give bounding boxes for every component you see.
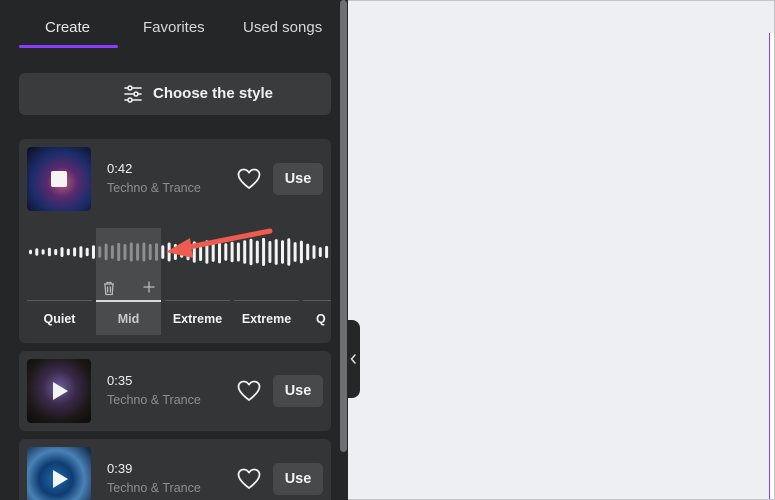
segment-quiet-2[interactable]: Q [303,300,331,335]
segment-extreme-2[interactable]: Extreme [234,300,299,335]
waveform-bar [243,240,247,264]
segment-label: Mid [117,312,140,326]
heart-icon[interactable] [237,168,261,190]
segment-tools [96,279,161,301]
active-tab-indicator [19,45,118,48]
waveform-bar [205,240,209,264]
scrollbar-thumb[interactable] [340,0,347,452]
waveform-bar [123,244,127,260]
waveform-bar [173,244,177,260]
design-canvas[interactable] [348,0,775,500]
sliders-icon [124,85,142,103]
waveform-bar [155,243,158,261]
waveform-bar [293,242,297,262]
waveform-bar [54,249,58,256]
segment-label: Q [316,312,326,326]
waveform-bar [104,243,108,261]
waveform-bar [236,242,240,262]
stop-icon[interactable] [51,171,67,187]
waveform-bar [148,244,152,260]
heart-icon[interactable] [237,468,261,490]
use-button[interactable]: Use [273,163,323,195]
song-card[interactable]: 0:39 Techno & Trance Use [19,439,331,500]
waveform[interactable] [19,227,331,277]
use-button[interactable]: Use [273,463,323,495]
tab-used-songs[interactable]: Used songs [243,19,322,36]
intensity-segments: Quiet Mid Extreme Extreme Q [19,300,331,336]
waveform-bar [180,246,184,258]
waveform-bar [41,249,45,255]
choose-style-label: Choose the style [153,85,274,102]
waveform-bar [186,243,190,261]
waveform-bar [98,246,102,258]
waveform-bar [218,240,221,264]
waveform-bar [167,242,171,262]
segment-label: Extreme [241,312,292,326]
waveform-bar [66,248,70,256]
song-duration: 0:42 [107,161,133,176]
waveform-bar [255,240,259,264]
waveform-bar [287,238,291,266]
waveform-bar [249,238,253,266]
waveform-bar [35,248,39,256]
waveform-bar [224,243,228,261]
waveform-bar [92,245,95,259]
tab-favorites[interactable]: Favorites [143,19,205,36]
song-thumbnail[interactable] [27,359,91,423]
waveform-bar [230,241,234,263]
segment-label: Extreme [172,312,223,326]
song-genre: Techno & Trance [107,181,201,195]
song-thumbnail[interactable] [27,147,91,211]
song-genre: Techno & Trance [107,481,201,495]
song-card[interactable]: 0:42 Techno & Trance Use Quiet Mid Extre… [19,139,331,343]
waveform-bar [192,241,196,263]
chevron-left-icon [350,354,356,364]
song-thumbnail[interactable] [27,447,91,500]
window-border [348,0,775,1]
waveform-bar [142,242,146,262]
audio-sidebar: Create Favorites Used songs Choose the s… [0,0,348,500]
waveform-bar [318,247,322,257]
waveform-bar [110,245,114,259]
heart-icon[interactable] [237,380,261,402]
segment-extreme[interactable]: Extreme [165,300,230,335]
waveform-bar [60,247,64,257]
play-icon[interactable] [53,382,68,400]
tab-bar: Create Favorites Used songs [0,0,340,56]
song-duration: 0:39 [107,461,133,476]
play-icon[interactable] [53,470,68,488]
trash-icon[interactable] [102,280,116,296]
waveform-bar [268,241,272,263]
waveform-bar [47,247,51,257]
use-button[interactable]: Use [273,375,323,407]
tab-create[interactable]: Create [45,19,90,36]
waveform-bar [325,245,329,259]
waveform-bar [129,242,133,262]
choose-style-button[interactable]: Choose the style [19,73,331,115]
collapse-panel-button[interactable] [347,320,360,398]
waveform-bar [161,245,165,259]
waveform-bar [29,249,32,255]
waveform-bar [79,246,83,258]
waveform-bar [136,243,140,261]
plus-icon[interactable] [143,281,155,293]
waveform-bar [306,243,310,261]
segment-label: Quiet [43,312,76,326]
waveform-bar [281,240,284,264]
waveform-bar [199,242,203,262]
waveform-bar [312,245,316,259]
waveform-bar [73,247,77,257]
waveform-bar [274,239,278,265]
segment-quiet[interactable]: Quiet [27,300,92,335]
waveform-bar [211,242,215,262]
segment-mid[interactable]: Mid [96,300,161,335]
waveform-bar [85,247,89,257]
waveform-bar [299,240,303,264]
waveform-bar [262,237,266,266]
song-genre: Techno & Trance [107,393,201,407]
waveform-bar [117,242,121,262]
song-card[interactable]: 0:35 Techno & Trance Use [19,351,331,431]
song-duration: 0:35 [107,373,133,388]
